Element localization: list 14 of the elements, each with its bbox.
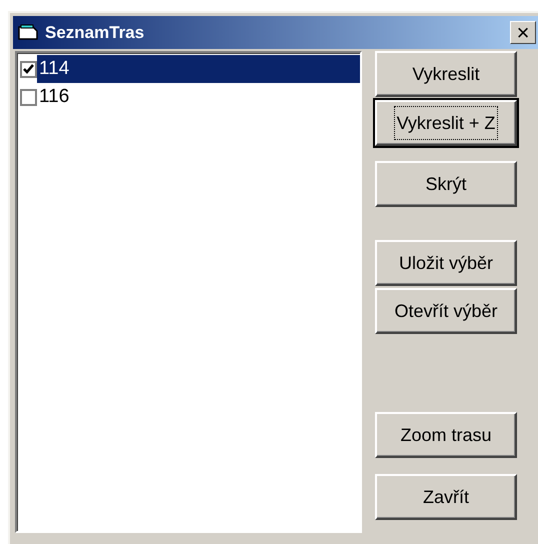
checkbox[interactable] bbox=[20, 60, 37, 78]
action-button[interactable]: Zavřít bbox=[375, 474, 517, 520]
action-button[interactable]: Uložit výběr bbox=[375, 240, 517, 286]
action-button[interactable]: Otevřít výběr bbox=[375, 288, 517, 334]
checkbox[interactable] bbox=[20, 88, 37, 106]
action-button[interactable]: Vykreslit + Z bbox=[375, 100, 517, 146]
action-button[interactable]: Vykreslit bbox=[375, 51, 517, 97]
close-button[interactable]: × bbox=[510, 21, 536, 44]
window-icon bbox=[17, 22, 39, 42]
window-title: SeznamTras bbox=[45, 22, 146, 42]
action-button[interactable]: Skrýt bbox=[375, 161, 517, 207]
action-button[interactable]: Zoom trasu bbox=[375, 412, 517, 458]
list-item[interactable]: 116 bbox=[37, 83, 360, 111]
list-item[interactable]: 114 bbox=[37, 55, 360, 83]
